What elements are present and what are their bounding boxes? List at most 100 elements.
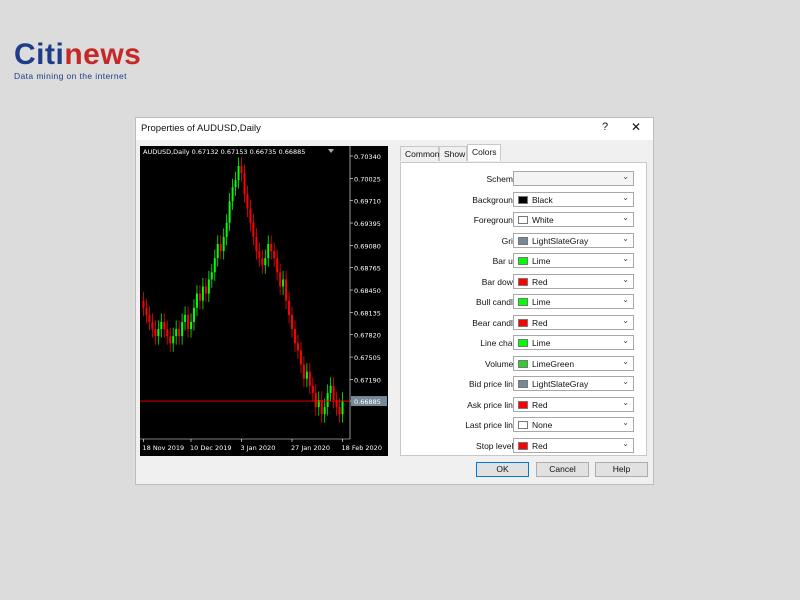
y-tick-label: 0.68450: [354, 287, 381, 295]
ask-price-line-select[interactable]: Red ⌄: [513, 396, 634, 412]
candle-body: [237, 165, 240, 181]
cancel-button[interactable]: Cancel: [536, 462, 589, 477]
dialog-title: Properties of AUDUSD,Daily: [141, 123, 261, 134]
candle-body: [273, 251, 276, 259]
tab-show[interactable]: Show: [439, 146, 467, 161]
y-tick-label: 0.67820: [354, 332, 381, 340]
candle-body: [157, 329, 160, 337]
color-swatch: [518, 277, 528, 286]
ok-button[interactable]: OK: [476, 462, 529, 477]
color-swatch: [518, 421, 528, 429]
y-tick-label: 0.69710: [354, 198, 381, 206]
row-stop-levels: Stop levels: Red ⌄: [401, 437, 648, 455]
row-foreground: Foreground: White ⌄: [401, 211, 648, 229]
candle-body: [181, 321, 184, 337]
stop-levels-select[interactable]: Red ⌄: [513, 437, 634, 453]
candle-body: [169, 336, 172, 344]
help-icon[interactable]: ?: [602, 121, 608, 133]
row-scheme: Scheme: ⌄: [401, 170, 648, 188]
scheme-select[interactable]: ⌄: [513, 171, 634, 186]
candle-body: [279, 272, 282, 287]
last-price-line-select[interactable]: None ⌄: [513, 417, 634, 432]
color-swatch: [518, 257, 528, 265]
candlestick-chart: 0.70340 0.70025 0.69710 0.69395 0.69080 0.687…: [140, 146, 387, 452]
candle-body: [285, 279, 288, 301]
chevron-down-icon: ⌄: [622, 336, 629, 345]
candle-body: [299, 350, 302, 365]
chart-preview: 0.70340 0.70025 0.69710 0.69395 0.69080 0.687…: [140, 146, 388, 456]
candle-body: [172, 336, 175, 344]
row-bar-down: Bar down: Red ⌄: [401, 273, 648, 291]
background-value: Black: [532, 194, 553, 205]
candle-body: [288, 300, 291, 315]
bid-price-line-select[interactable]: LightSlateGray ⌄: [513, 376, 634, 391]
volumes-select[interactable]: LimeGreen ⌄: [513, 355, 634, 371]
candle-body: [329, 385, 332, 393]
candle-body: [213, 258, 216, 273]
chevron-down-icon: ⌄: [622, 397, 629, 407]
background-select[interactable]: Black ⌄: [513, 191, 634, 207]
candle-body: [326, 392, 329, 408]
candle-body: [246, 194, 249, 209]
row-bear-candle: Bear candle: Red ⌄: [401, 314, 648, 332]
row-bid-price-line: Bid price line: LightSlateGray ⌄: [401, 375, 648, 393]
chevron-down-icon: ⌄: [622, 315, 629, 325]
candle-body: [216, 243, 219, 259]
line-chart-select[interactable]: Lime ⌄: [513, 335, 634, 350]
bull-candle-select[interactable]: Lime ⌄: [513, 294, 634, 309]
bear-candle-select[interactable]: Red ⌄: [513, 314, 634, 330]
close-icon[interactable]: ✕: [631, 120, 641, 134]
candle-body: [142, 300, 145, 308]
bull-candle-value: Lime: [532, 297, 551, 307]
chevron-down-icon: ⌄: [622, 274, 629, 284]
y-tick-label: 0.70340: [354, 153, 381, 161]
logo-part2: news: [64, 38, 142, 71]
chevron-down-icon: ⌄: [622, 233, 629, 243]
row-volumes: Volumes: LimeGreen ⌄: [401, 355, 648, 373]
candle-body: [338, 407, 341, 415]
candle-body: [145, 307, 148, 315]
candle-body: [234, 180, 237, 188]
chevron-down-icon: ⌄: [622, 192, 629, 202]
y-tick-label: 0.66885: [354, 398, 381, 406]
y-tick-label: 0.69080: [354, 242, 381, 250]
candle-body: [148, 314, 151, 322]
help-button[interactable]: Help: [595, 462, 648, 477]
chevron-down-icon: ⌄: [622, 356, 629, 366]
candle-body: [341, 400, 344, 415]
chevron-down-icon: ⌄: [622, 213, 629, 222]
properties-dialog: Properties of AUDUSD,Daily ? ✕ 0.70340 0.…: [135, 117, 654, 485]
y-tick-label: 0.67505: [354, 354, 381, 362]
candle-body: [249, 208, 252, 223]
x-tick-label: 27 Jan 2020: [291, 444, 330, 452]
x-tick-label: 3 Jan 2020: [241, 444, 276, 452]
color-swatch: [518, 236, 528, 245]
grid-select[interactable]: LightSlateGray ⌄: [513, 232, 634, 248]
tab-colors[interactable]: Colors: [467, 144, 501, 161]
candle-body: [258, 251, 261, 259]
candle-body: [305, 371, 308, 379]
last-price-line-value: None: [532, 420, 553, 430]
tab-common[interactable]: Common: [400, 146, 439, 161]
x-tick-label: 18 Nov 2019: [142, 444, 184, 452]
candle-body: [178, 329, 181, 337]
bid-price-line-value: LightSlateGray: [532, 379, 589, 389]
bar-down-select[interactable]: Red ⌄: [513, 273, 634, 289]
candle-body: [291, 314, 294, 330]
logo-wordmark: Citinews: [14, 40, 141, 70]
colors-panel: Scheme: ⌄ Background: Black ⌄ Foreground…: [400, 162, 647, 456]
candle-body: [320, 399, 323, 415]
color-swatch: [518, 195, 528, 204]
candle-body: [222, 236, 225, 252]
dialog-titlebar[interactable]: Properties of AUDUSD,Daily ? ✕: [136, 118, 653, 140]
chevron-down-icon: ⌄: [622, 172, 629, 181]
candle-body: [308, 371, 311, 386]
candle-body: [151, 321, 154, 330]
row-bull-candle: Bull candle: Lime ⌄: [401, 293, 648, 311]
foreground-select[interactable]: White ⌄: [513, 212, 634, 227]
citinews-logo: Citinews Data mining on the internet: [14, 40, 141, 82]
bar-up-select[interactable]: Lime ⌄: [513, 253, 634, 268]
candle-body: [264, 258, 267, 266]
candle-body: [225, 222, 228, 237]
row-background: Background: Black ⌄: [401, 191, 648, 209]
